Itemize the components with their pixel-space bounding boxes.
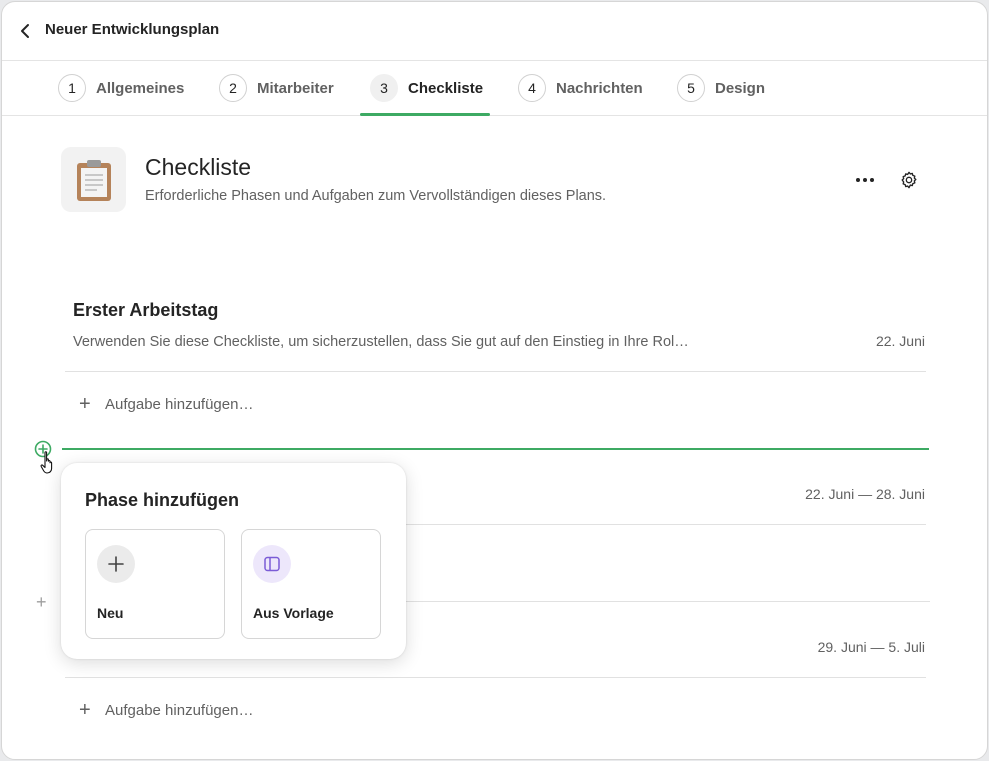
clipboard-icon — [76, 159, 111, 201]
tab-label: Nachrichten — [556, 79, 643, 97]
tab-label: Design — [715, 79, 766, 97]
divider — [65, 677, 926, 678]
plus-icon: + — [79, 393, 91, 415]
tab-number: 3 — [370, 74, 398, 102]
phase-date: 29. Juni — 5. Juli — [817, 639, 925, 655]
page-title: Checkliste — [145, 154, 252, 180]
template-icon — [253, 545, 291, 583]
active-tab-indicator — [360, 113, 490, 116]
page-subtitle: Erforderliche Phasen und Aufgaben zum Ve… — [145, 188, 607, 204]
plus-icon: + — [79, 699, 91, 721]
phase-title: Erster Arbeitstag — [73, 300, 219, 320]
gear-icon — [901, 171, 917, 189]
checklist-icon-tile — [61, 147, 126, 212]
from-template-option[interactable]: Aus Vorlage — [241, 529, 381, 639]
tab-number: 5 — [677, 74, 705, 102]
add-task-button[interactable]: + Aufgabe hinzufügen… — [79, 393, 253, 415]
add-phase-popover: Phase hinzufügen Neu Aus Vorlage — [61, 463, 406, 659]
tab-label: Allgemeines — [96, 79, 185, 97]
phase-date: 22. Juni — 28. Juni — [805, 486, 925, 502]
back-button[interactable] — [16, 21, 36, 41]
tab-design[interactable]: 5 Design — [677, 61, 765, 115]
hand-cursor-icon — [39, 450, 59, 476]
new-phase-option[interactable]: Neu — [85, 529, 225, 639]
more-options-button[interactable] — [852, 167, 878, 193]
tab-checkliste[interactable]: 3 Checkliste — [370, 61, 483, 115]
add-task-label: Aufgabe hinzufügen… — [105, 395, 254, 413]
option-label: Neu — [97, 605, 124, 621]
plus-icon — [97, 545, 135, 583]
tab-number: 4 — [518, 74, 546, 102]
phase-description: Verwenden Sie diese Checkliste, um siche… — [73, 334, 689, 350]
chevron-left-icon — [21, 24, 29, 38]
step-tabs: 1 Allgemeines 2 Mitarbeiter 3 Checkliste… — [2, 61, 987, 116]
app-window: Neuer Entwicklungsplan 1 Allgemeines 2 M… — [1, 1, 988, 760]
tab-number: 2 — [219, 74, 247, 102]
tab-allgemeines[interactable]: 1 Allgemeines — [58, 61, 184, 115]
phase-insert-line — [62, 448, 929, 450]
tab-mitarbeiter[interactable]: 2 Mitarbeiter — [219, 61, 334, 115]
phase-date: 22. Juni — [875, 333, 925, 349]
option-label: Aus Vorlage — [253, 605, 334, 621]
header-bar: Neuer Entwicklungsplan — [2, 2, 987, 61]
add-task-button[interactable]: + Aufgabe hinzufügen… — [79, 699, 253, 721]
tab-nachrichten[interactable]: 4 Nachrichten — [518, 61, 643, 115]
tab-label: Checkliste — [408, 79, 484, 97]
tab-label: Mitarbeiter — [257, 79, 334, 97]
header-title: Neuer Entwicklungsplan — [45, 21, 220, 38]
popover-title: Phase hinzufügen — [85, 490, 240, 510]
tab-number: 1 — [58, 74, 86, 102]
settings-button[interactable] — [896, 167, 922, 193]
divider — [65, 371, 926, 372]
add-phase-button-secondary[interactable]: + — [36, 593, 47, 611]
more-horizontal-icon — [856, 178, 874, 182]
add-task-label: Aufgabe hinzufügen… — [105, 701, 254, 719]
